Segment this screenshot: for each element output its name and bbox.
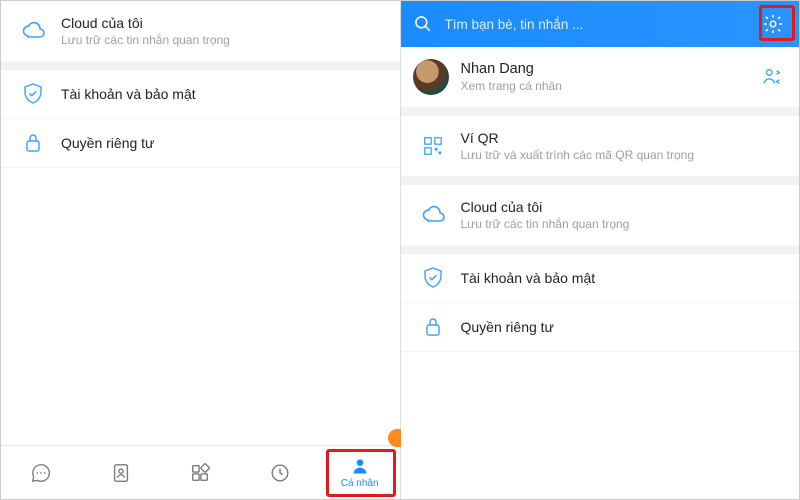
search-icon [413, 14, 435, 34]
row-account-r[interactable]: Tài khoản và bảo mật [401, 254, 800, 303]
row-cloud-r[interactable]: Cloud của tôi Lưu trữ các tin nhắn quan … [401, 185, 800, 246]
row-cloud[interactable]: Cloud của tôi Lưu trữ các tin nhắn quan … [1, 1, 400, 62]
row-cloud-title: Cloud của tôi [61, 15, 384, 31]
cloud-icon [21, 19, 45, 43]
tab-contacts[interactable] [81, 446, 161, 499]
right-pane: Tìm bạn bè, tin nhắn ... Nhan Dang Xem t… [401, 1, 800, 499]
row-cloud-sub: Lưu trữ các tin nhắn quan trọng [61, 33, 384, 47]
row-account[interactable]: Tài khoản và bảo mật [1, 70, 400, 119]
tab-messages[interactable] [1, 446, 81, 499]
profile-sub: Xem trang cá nhân [461, 79, 784, 93]
shield-icon [421, 266, 445, 290]
left-pane: Cloud của tôi Lưu trữ các tin nhắn quan … [1, 1, 401, 499]
row-privacy-r-title: Quyền riêng tư [461, 317, 784, 337]
row-qr-sub: Lưu trữ và xuất trình các mã QR quan trọ… [461, 148, 784, 162]
switch-account-icon[interactable] [761, 67, 783, 87]
tab-personal[interactable]: Cá nhân [320, 446, 400, 499]
row-qr[interactable]: Ví QR Lưu trữ và xuất trình các mã QR qu… [401, 116, 800, 177]
lock-icon [421, 315, 445, 339]
qr-icon [421, 134, 445, 158]
row-privacy[interactable]: Quyền riêng tư [1, 119, 400, 168]
search-placeholder: Tìm bạn bè, tin nhắn ... [435, 17, 760, 32]
row-qr-title: Ví QR [461, 130, 784, 146]
tab-timeline[interactable] [240, 446, 320, 499]
settings-button[interactable] [759, 10, 787, 38]
tabbar: Cá nhân [1, 445, 400, 499]
avatar [413, 59, 449, 95]
row-privacy-title: Quyền riêng tư [61, 133, 384, 153]
row-cloud-r-title: Cloud của tôi [461, 199, 784, 215]
tab-apps[interactable] [160, 446, 240, 499]
row-cloud-r-sub: Lưu trữ các tin nhắn quan trọng [461, 217, 784, 231]
row-account-r-title: Tài khoản và bảo mật [461, 268, 784, 288]
searchbar[interactable]: Tìm bạn bè, tin nhắn ... [401, 1, 800, 47]
cloud-icon [421, 203, 445, 227]
tab-personal-label: Cá nhân [341, 478, 379, 489]
row-privacy-r[interactable]: Quyền riêng tư [401, 303, 800, 352]
profile-name: Nhan Dang [461, 61, 784, 77]
lock-icon [21, 131, 45, 155]
shield-icon [21, 82, 45, 106]
profile-row[interactable]: Nhan Dang Xem trang cá nhân [401, 47, 800, 108]
row-account-title: Tài khoản và bảo mật [61, 84, 384, 104]
